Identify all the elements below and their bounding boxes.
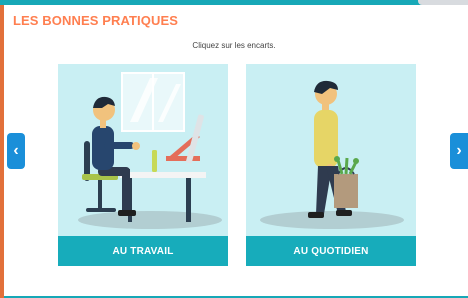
page-title: LES BONNES PRATIQUES: [13, 13, 179, 28]
person-walking-with-bag-illustration: [260, 80, 404, 229]
previous-button[interactable]: ‹: [7, 133, 25, 169]
instruction-text: Cliquez sur les encarts.: [192, 41, 276, 50]
card-au-quotidien[interactable]: AU QUOTIDIEN: [246, 64, 416, 266]
card-au-travail[interactable]: AU TRAVAIL: [58, 64, 228, 266]
top-strip-scroll-tab: [418, 0, 468, 5]
next-button[interactable]: ›: [450, 133, 468, 169]
chevron-left-icon: ‹: [13, 142, 19, 159]
chevron-right-icon: ›: [456, 142, 462, 159]
person-at-desk-illustration: [78, 72, 222, 229]
card-label-au-travail: AU TRAVAIL: [58, 236, 228, 266]
top-accent-strip: [0, 0, 468, 5]
card-label-au-quotidien: AU QUOTIDIEN: [246, 236, 416, 266]
